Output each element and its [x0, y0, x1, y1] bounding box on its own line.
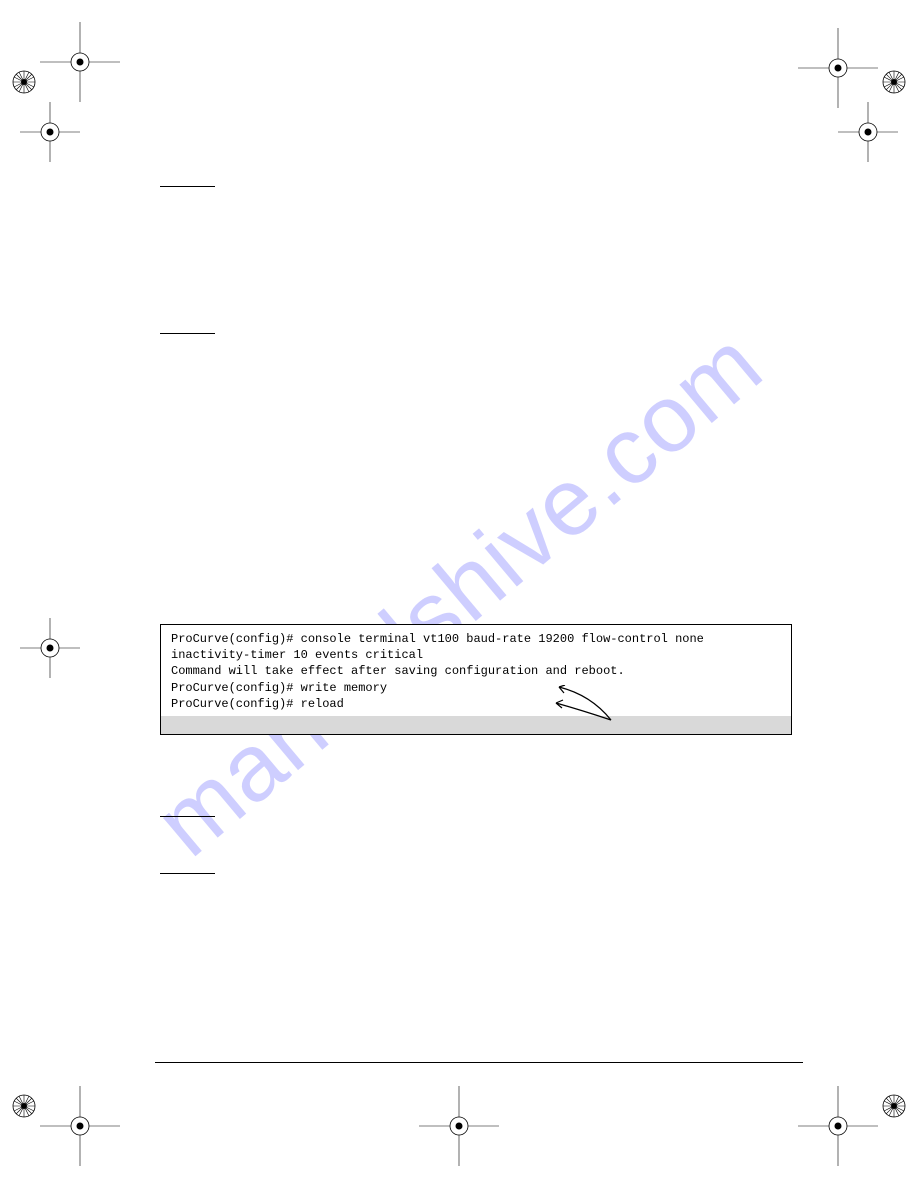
placeholder-underline-2: [160, 332, 215, 334]
registration-disc-icon: [10, 68, 38, 96]
registration-disc-icon: [880, 68, 908, 96]
page-content: ProCurve(config)# console terminal vt100…: [160, 185, 780, 874]
registration-cross-icon: [20, 618, 80, 678]
terminal-line: ProCurve(config)# reload: [171, 696, 781, 712]
registration-disc-icon: [880, 1092, 908, 1120]
registration-cross-icon: [419, 1086, 499, 1166]
terminal-line: ProCurve(config)# write memory: [171, 680, 781, 696]
footer-rule: [155, 1062, 803, 1063]
registration-cross-icon: [40, 22, 120, 102]
registration-cross-icon: [798, 1086, 878, 1166]
placeholder-underline-4: [160, 872, 215, 874]
placeholder-underline-3: [160, 815, 215, 817]
registration-cross-icon: [838, 102, 898, 162]
terminal-line: inactivity-timer 10 events critical: [171, 647, 781, 663]
registration-cross-icon: [798, 28, 878, 108]
placeholder-underline-1: [160, 185, 215, 187]
registration-cross-icon: [20, 102, 80, 162]
terminal-line: Command will take effect after saving co…: [171, 663, 781, 679]
terminal-line: ProCurve(config)# console terminal vt100…: [171, 631, 781, 647]
registration-cross-icon: [40, 1086, 120, 1166]
terminal-bottom-bar: [161, 716, 791, 734]
terminal-output-box: ProCurve(config)# console terminal vt100…: [160, 624, 792, 735]
registration-disc-icon: [10, 1092, 38, 1120]
terminal-text-area: ProCurve(config)# console terminal vt100…: [161, 625, 791, 716]
